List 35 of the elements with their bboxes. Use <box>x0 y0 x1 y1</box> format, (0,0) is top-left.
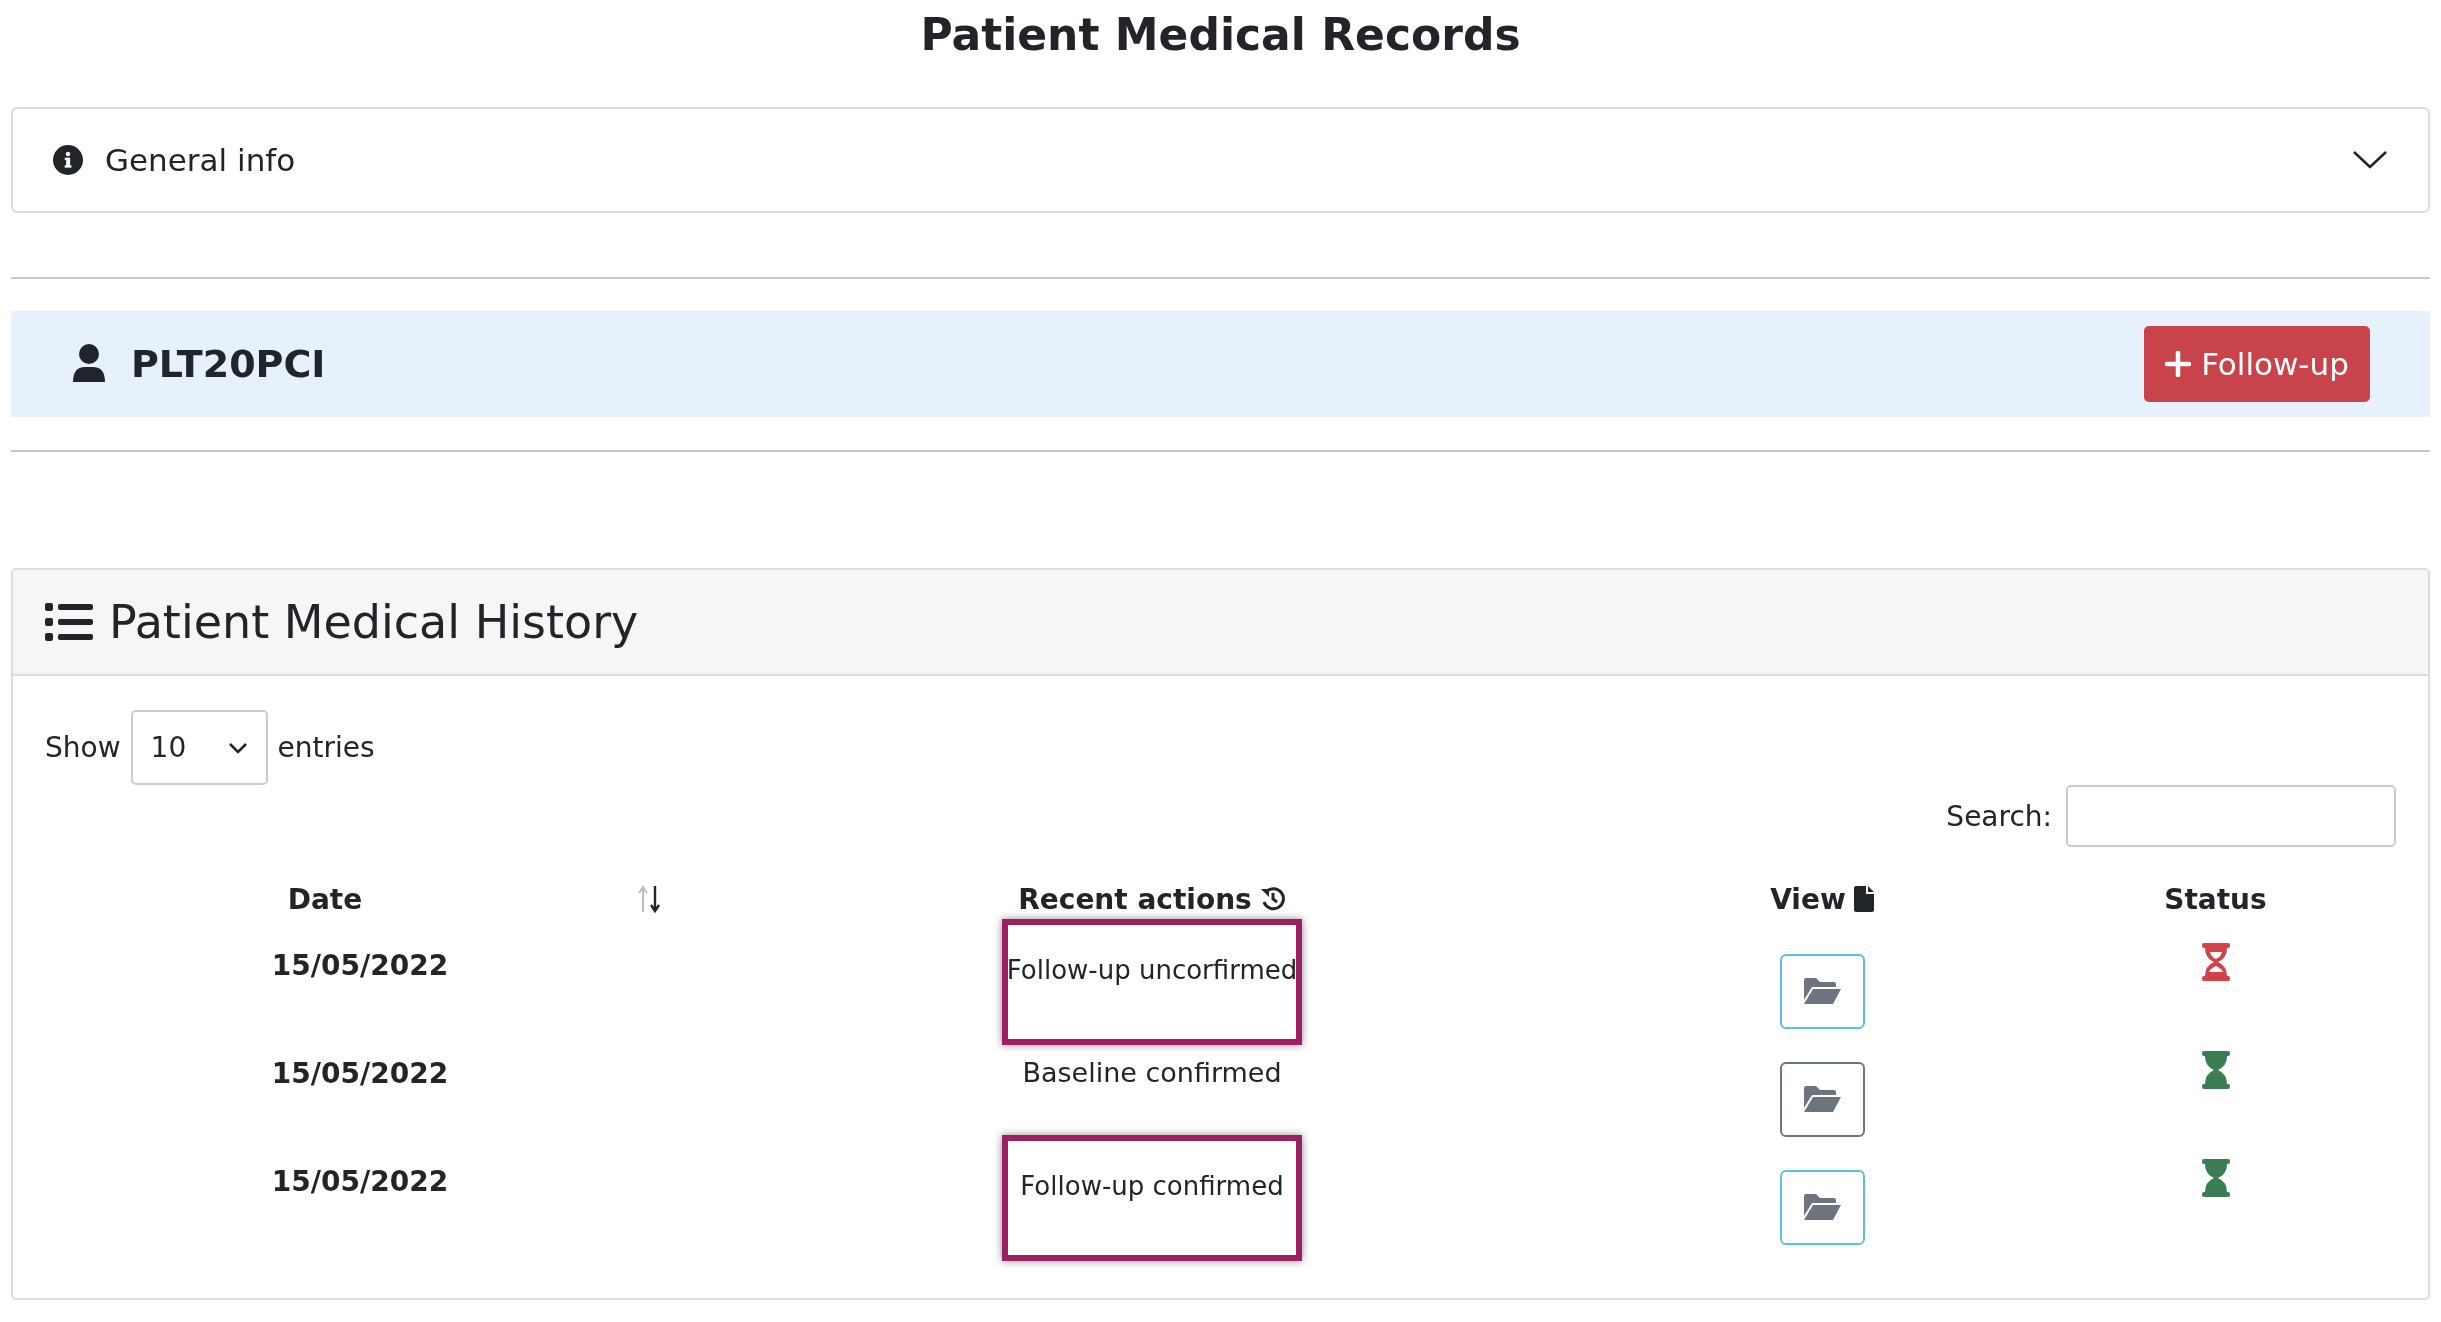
column-header: Status <box>2164 882 2267 916</box>
general-info-panel[interactable]: General info <box>11 107 2430 213</box>
panel-label: General info <box>105 142 297 178</box>
info-icon <box>53 145 83 175</box>
date-cell: 15/05/2022 <box>271 949 449 982</box>
entries-label: entries <box>277 731 375 764</box>
follow-up-button[interactable]: Follow-up <box>2144 326 2370 402</box>
entries-select[interactable]: 10 <box>130 710 268 785</box>
list-icon <box>45 602 93 642</box>
folder-icon <box>1802 976 1842 1006</box>
patient-id: PLT20PCI <box>131 342 327 386</box>
date-cell: 15/05/2022 <box>271 1165 449 1198</box>
card-title: Patient Medical History <box>109 595 639 649</box>
show-label: Show <box>45 731 121 764</box>
chevron-icon <box>2352 150 2388 170</box>
user-icon <box>71 344 107 384</box>
folder-icon <box>1802 1192 1842 1222</box>
view-button[interactable] <box>1779 1061 1865 1137</box>
search-label: Search: <box>1946 799 2052 833</box>
folder-icon <box>1802 1084 1842 1114</box>
action-cell-text: Baseline confirmed <box>1022 1056 1282 1088</box>
column-header: Recent actions <box>1018 882 1252 916</box>
file-icon <box>1853 886 1874 912</box>
search-field[interactable] <box>2066 785 2396 847</box>
date-cell: 15/05/2022 <box>271 1057 449 1090</box>
history-icon <box>1259 886 1286 912</box>
chevron-icon <box>227 741 248 754</box>
plus-icon <box>2165 351 2192 377</box>
highlight-frame: Follow-up confirmed <box>1002 1135 1302 1261</box>
column-header: View <box>1770 882 1846 916</box>
page-title: Patient Medical Records <box>919 8 1522 62</box>
column-header[interactable]: Date <box>45 861 605 937</box>
view-button[interactable] <box>1779 953 1865 1029</box>
highlight-frame: Follow-up uncorfirmed <box>1002 919 1302 1045</box>
view-button[interactable] <box>1779 1169 1865 1245</box>
